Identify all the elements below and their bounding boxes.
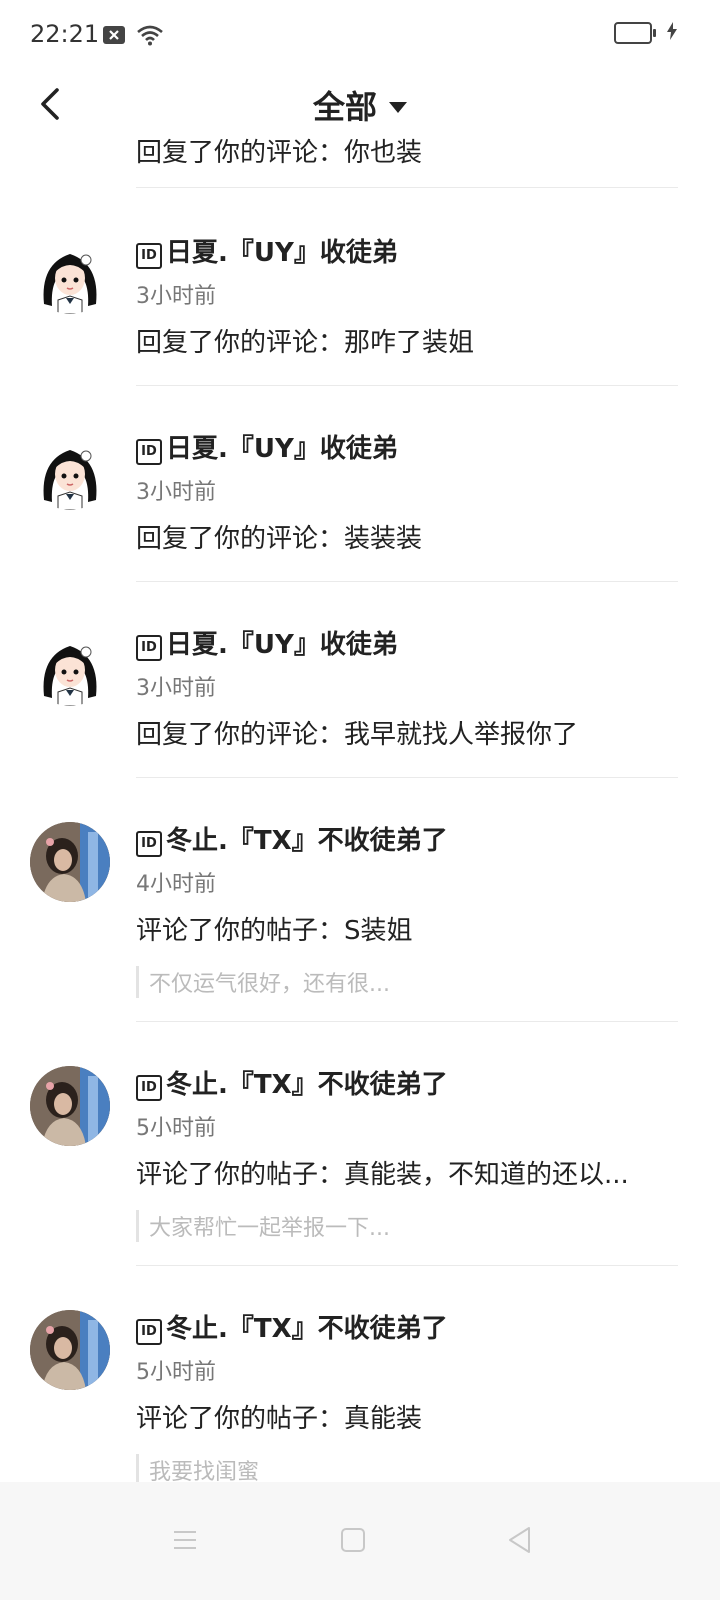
divider [136,187,678,188]
timestamp: 3小时前 [136,676,216,701]
photo-avatar[interactable] [30,1310,110,1390]
system-nav-bar [0,1482,720,1600]
sender-name-text: 冬止.『TX』不收徒弟了 [166,826,448,856]
quoted-post[interactable]: 大家帮忙一起举报一下... [136,1210,390,1242]
menu-icon [174,1531,196,1549]
sender-name[interactable]: ID 日夏.『UY』收徒弟 [136,232,398,269]
list-item[interactable]: ID 冬止.『TX』不收徒弟了 5小时前评论了你的帖子：真能装，不知道的还以... 大… [0,1022,720,1266]
page-title: 全部 [312,88,377,126]
filter-dropdown[interactable]: 全部 [0,82,720,128]
back-nav-button[interactable] [500,1520,540,1560]
notification-content: 回复了你的评论：我早就找人举报你了 [136,720,579,750]
timestamp: 5小时前 [136,1116,216,1141]
id-badge-icon: ID [136,1075,162,1101]
list-item[interactable]: ID 日夏.『UY』收徒弟 3小时前回复了你的评论：那咋了装姐 [0,190,720,386]
list-item[interactable]: ID 冬止.『TX』不收徒弟了 5小时前 评论了你的帖子：真能装 我要找闺蜜 [0,1266,720,1510]
home-square-icon [341,1528,365,1552]
cartoon-girl-avatar[interactable] [30,430,110,510]
list-item[interactable]: ID 日夏.『UY』收徒弟 3小时前回复了你的评论：装装装 [0,386,720,582]
id-badge-icon: ID [136,439,162,465]
notification-content: 回复了你的评论：装装装 [136,524,423,554]
status-time: 22:21 [30,20,100,48]
back-triangle-icon [509,1527,530,1553]
top-bar: 全部 [0,72,720,138]
sender-name-text: 冬止.『TX』不收徒弟了 [166,1314,448,1344]
status-bar: 22:21 [0,0,720,72]
cartoon-girl-avatar[interactable] [30,626,110,706]
photo-avatar[interactable] [30,1066,110,1146]
notification-list: 回复了你的评论：你也装 ID 日夏.『UY』收徒弟 3小时前 回复了你的评论：那咋了装… [0,138,720,1486]
timestamp: 4小时前 [136,872,216,897]
timestamp: 3小时前 [136,480,216,505]
battery-icon [614,22,656,44]
list-item[interactable]: ID 冬止.『TX』不收徒弟了 4小时前评论了你的帖子：S装姐 不仅运气很好，还有很.… [0,778,720,1022]
wifi-icon [136,24,164,50]
notification-content: 评论了你的帖子：真能装 [136,1404,423,1434]
sender-name[interactable]: ID 日夏.『UY』收徒弟 [136,624,398,661]
sender-name-text: 冬止.『TX』不收徒弟了 [166,1070,448,1100]
timestamp: 5小时前 [136,1360,216,1385]
sender-name[interactable]: ID 日夏.『UY』收徒弟 [136,428,398,465]
sender-name[interactable]: ID 冬止.『TX』不收徒弟了 [136,1308,448,1345]
notification-close-icon [102,25,126,49]
list-item[interactable]: ID 日夏.『UY』收徒弟 3小时前回复了你的评论：我早就找人举报你了 [0,582,720,778]
notification-content: 评论了你的帖子：S装姐 [136,916,413,946]
quoted-post[interactable]: 不仅运气很好，还有很... [136,966,390,998]
id-badge-icon: ID [136,635,162,661]
sender-name-text: 日夏.『UY』收徒弟 [166,238,398,268]
item-content: 回复了你的评论：你也装 [136,138,423,168]
caret-down-icon [389,101,407,113]
list-item[interactable]: 回复了你的评论：你也装 [0,138,720,190]
id-badge-icon: ID [136,243,162,269]
id-badge-icon: ID [136,831,162,857]
sender-name-text: 日夏.『UY』收徒弟 [166,630,398,660]
cartoon-girl-avatar[interactable] [30,234,110,314]
notification-content: 回复了你的评论：那咋了装姐 [136,328,475,358]
timestamp: 3小时前 [136,284,216,309]
notification-content: 评论了你的帖子：真能装，不知道的还以... [136,1160,629,1190]
charging-icon [666,22,678,44]
menu-button[interactable] [165,1520,205,1560]
sender-name-text: 日夏.『UY』收徒弟 [166,434,398,464]
photo-avatar[interactable] [30,822,110,902]
sender-name[interactable]: ID 冬止.『TX』不收徒弟了 [136,1064,448,1101]
home-button[interactable] [333,1520,373,1560]
id-badge-icon: ID [136,1319,162,1345]
sender-name[interactable]: ID 冬止.『TX』不收徒弟了 [136,820,448,857]
